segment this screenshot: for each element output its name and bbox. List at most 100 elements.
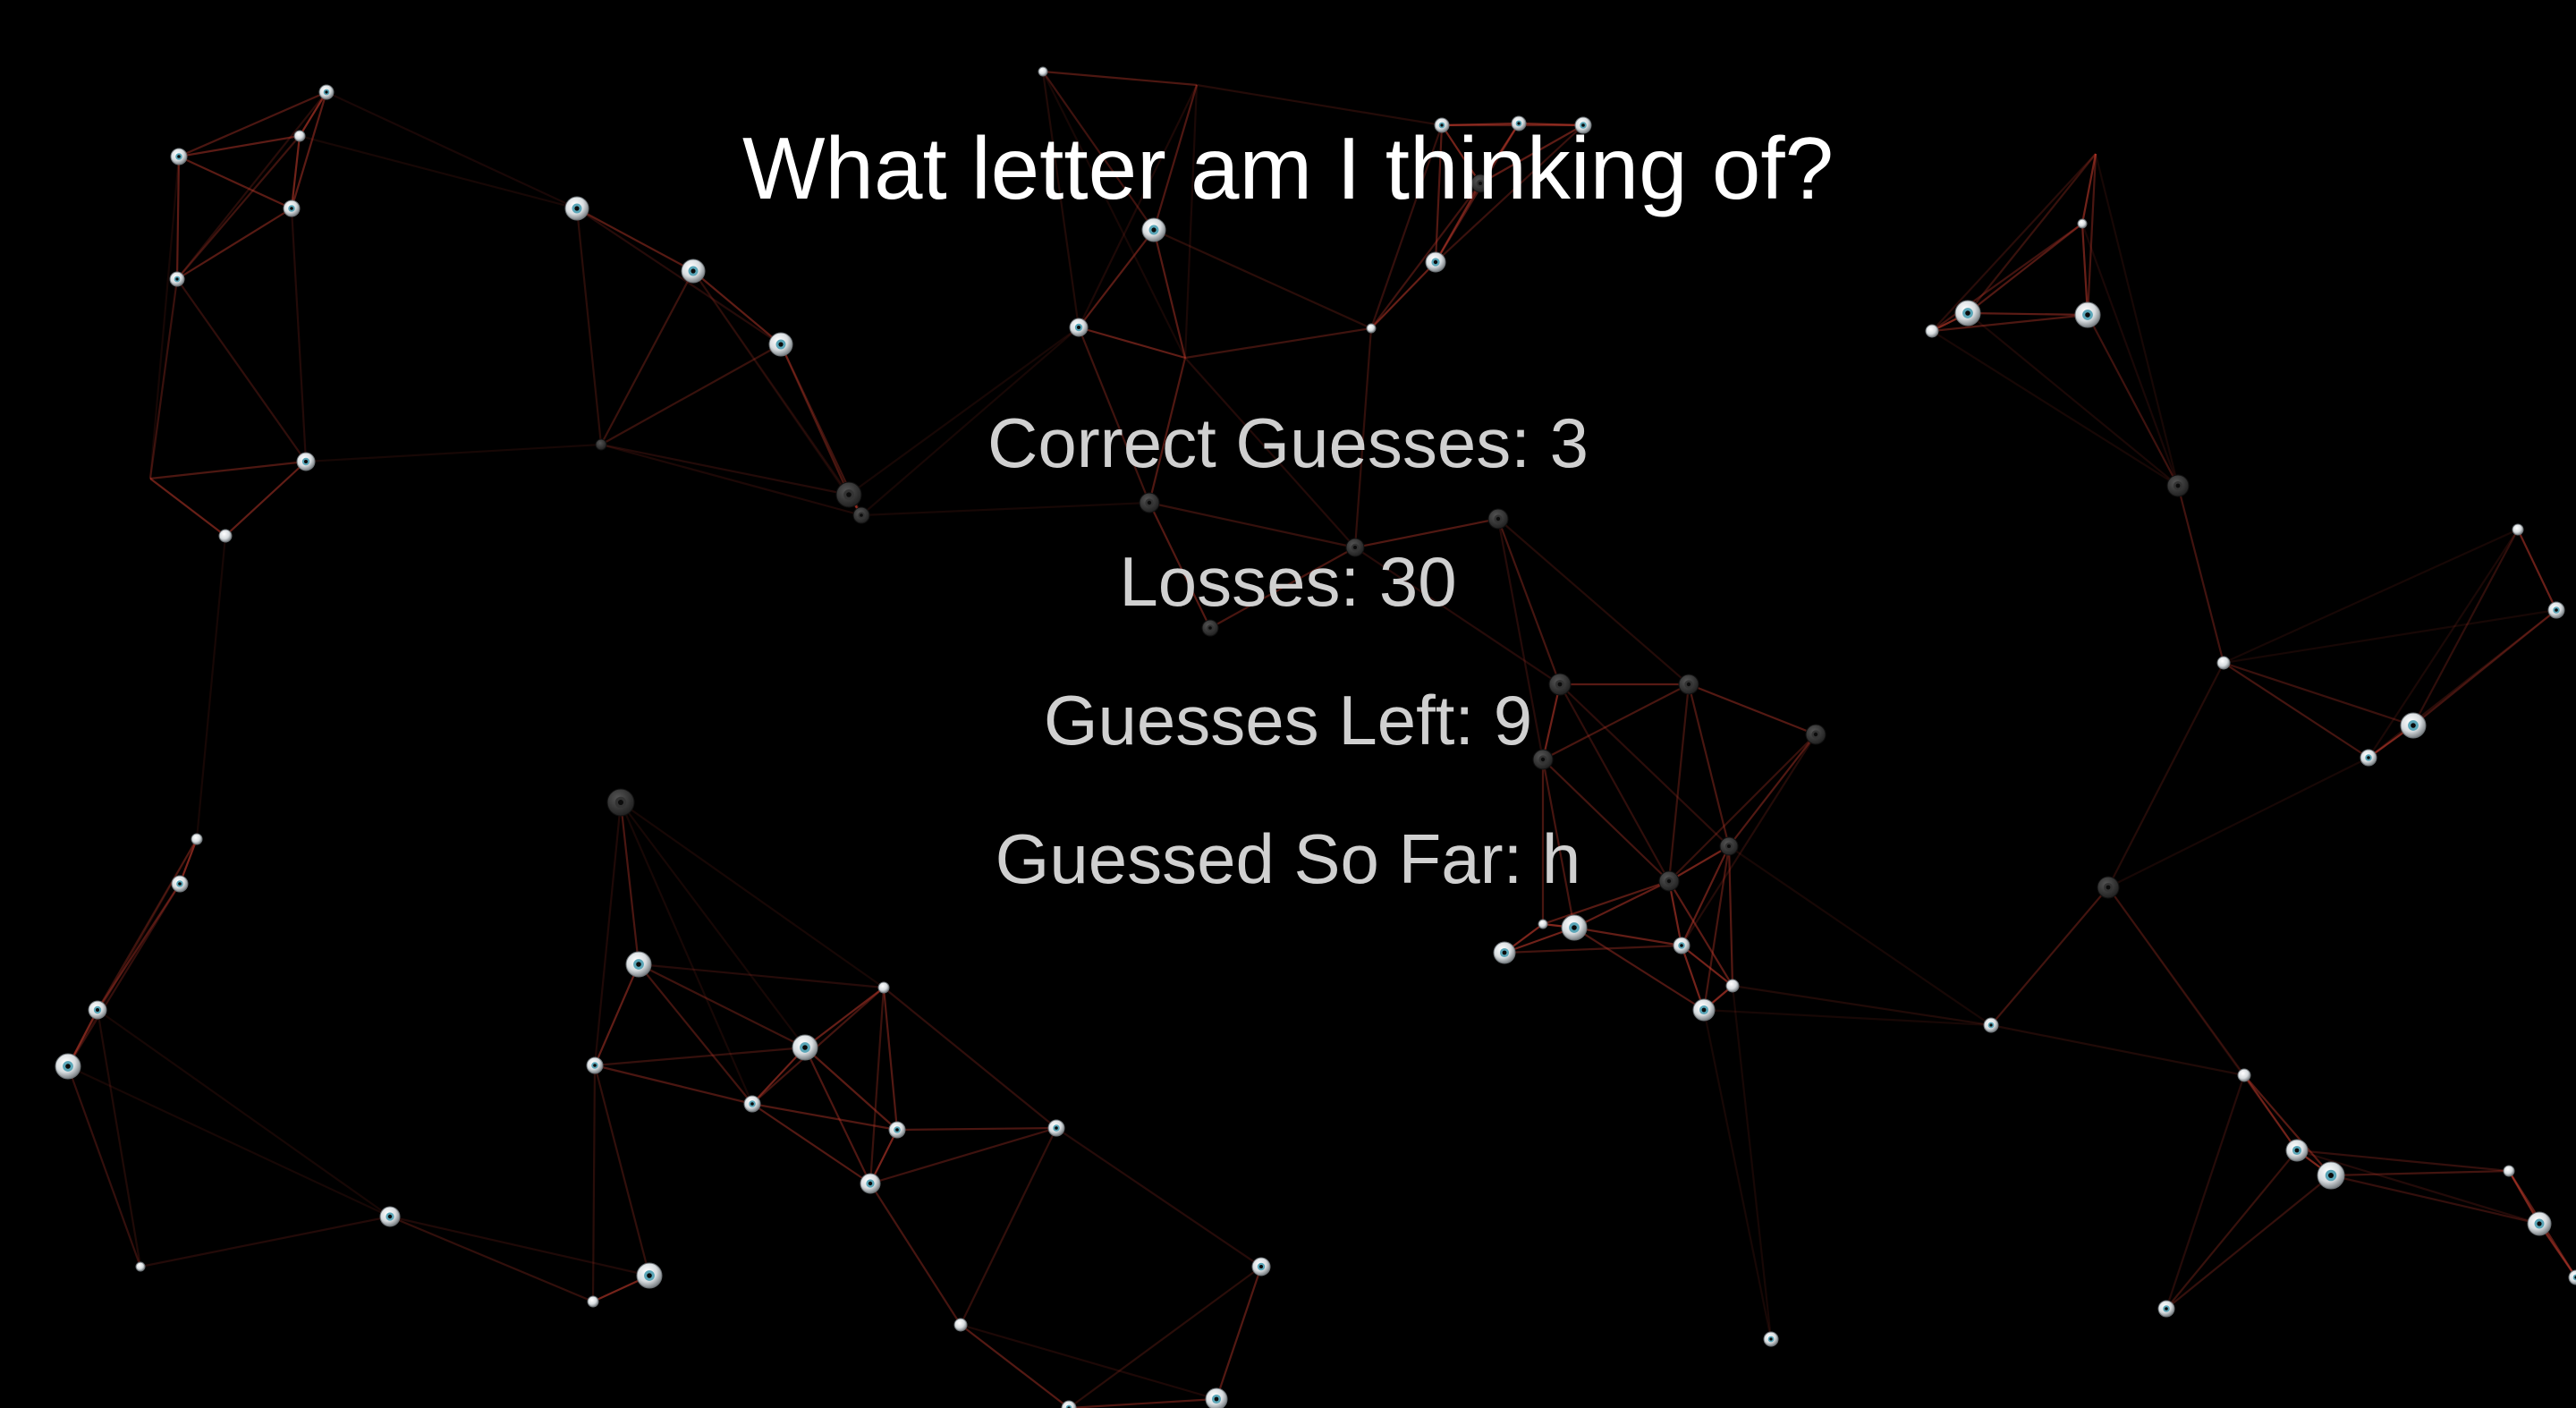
network-line	[960, 1127, 1057, 1326]
eye-node	[55, 1053, 81, 1080]
eye-node	[625, 951, 652, 978]
page-title: What letter am I thinking of?	[741, 119, 1835, 217]
eye-node	[586, 1056, 604, 1074]
network-line	[883, 987, 1057, 1129]
network-line	[1152, 229, 1187, 359]
network-line	[67, 883, 181, 1067]
network-line	[594, 1064, 753, 1106]
network-line	[1068, 1266, 1262, 1408]
correct-guesses-stat: Correct Guesses: 3	[987, 403, 1589, 482]
network-line	[593, 963, 640, 1066]
network-line	[1990, 1023, 2245, 1077]
guesses-left-stat: Guesses Left: 9	[1043, 681, 1533, 759]
eye-node	[2237, 1068, 2251, 1082]
eye-node	[1366, 323, 1377, 334]
network-line	[389, 1215, 650, 1277]
network-line	[2165, 1074, 2246, 1310]
eye-node	[379, 1206, 401, 1227]
network-line	[869, 987, 886, 1184]
eye-node	[135, 1261, 146, 1272]
eye-node	[318, 84, 335, 100]
eye-node	[860, 1173, 881, 1194]
eye-node	[2074, 301, 2101, 328]
network-line	[860, 501, 1150, 517]
network-line	[896, 1126, 1057, 1132]
network-line	[751, 1103, 871, 1184]
network-line	[1990, 886, 2109, 1026]
guessed-so-far-stat: Guessed So Far: h	[995, 819, 1581, 898]
eye-node	[1061, 1400, 1077, 1408]
eye-node	[2503, 1165, 2515, 1177]
eye-node	[1673, 937, 1690, 954]
network-line	[882, 987, 899, 1131]
eye-node	[852, 506, 870, 524]
network-line	[1055, 1127, 1262, 1268]
eye-node	[2216, 656, 2231, 670]
network-line	[67, 1065, 391, 1217]
network-line	[576, 208, 782, 345]
network-line	[638, 963, 885, 989]
eye-node	[1561, 914, 1588, 941]
eye-node	[1538, 919, 1548, 929]
eye-node	[743, 1095, 761, 1113]
eye-node	[768, 332, 793, 357]
network-line	[593, 1064, 651, 1277]
eye-node	[1763, 1331, 1779, 1347]
eye-node	[2317, 1161, 2345, 1190]
network-line	[594, 1046, 806, 1067]
network-line	[1702, 1009, 1773, 1340]
network-line	[960, 1324, 1070, 1408]
network-line	[389, 1215, 594, 1303]
network-line	[1078, 229, 1155, 328]
eye-node	[1205, 1387, 1228, 1408]
eye-node	[1692, 998, 1716, 1022]
eye-node	[2527, 1211, 2552, 1236]
eye-node	[88, 1000, 107, 1020]
eye-node	[2285, 1139, 2309, 1162]
network-line	[1573, 926, 1682, 947]
network-line	[804, 987, 885, 1048]
network-line	[2243, 1074, 2298, 1151]
eye-node	[1493, 941, 1516, 964]
network-line	[66, 1065, 142, 1268]
network-line	[1042, 70, 1198, 87]
network-line	[1731, 985, 1773, 1340]
eye-node	[1954, 300, 1981, 327]
network-line	[149, 478, 226, 537]
eye-node	[636, 1262, 663, 1289]
network-line	[2165, 1175, 2332, 1310]
eye-node	[587, 1295, 599, 1308]
eye-node	[877, 981, 890, 994]
eye-node	[1047, 1119, 1065, 1137]
eye-node	[792, 1034, 818, 1061]
eye-node	[835, 481, 862, 508]
network-line	[869, 1183, 962, 1326]
network-line	[591, 1064, 597, 1302]
eye-node	[681, 259, 706, 284]
eye-node	[888, 1121, 906, 1139]
eye-node	[2568, 1269, 2576, 1285]
eye-node	[953, 1318, 968, 1332]
eye-node	[1251, 1257, 1271, 1277]
eye-node	[1038, 66, 1048, 77]
eye-node	[1139, 492, 1160, 513]
network-line	[1931, 313, 2089, 333]
eye-node	[1487, 508, 1509, 530]
eye-node	[1925, 324, 1939, 338]
network-line	[97, 1009, 391, 1217]
eye-node	[169, 271, 185, 287]
network-line	[1078, 326, 1186, 360]
network-line	[960, 1323, 1217, 1401]
network-line	[1184, 327, 1372, 360]
network-line	[804, 1047, 898, 1131]
eye-node	[1983, 1017, 1999, 1033]
eye-node	[1069, 318, 1089, 337]
network-line	[1370, 261, 1436, 329]
network-line	[1504, 944, 1682, 954]
network-line	[1967, 311, 2089, 317]
eye-node	[606, 788, 635, 817]
eye-node	[2157, 1300, 2175, 1318]
network-line	[638, 963, 753, 1105]
network-line	[2330, 1174, 2540, 1226]
eye-node	[1725, 979, 1740, 993]
